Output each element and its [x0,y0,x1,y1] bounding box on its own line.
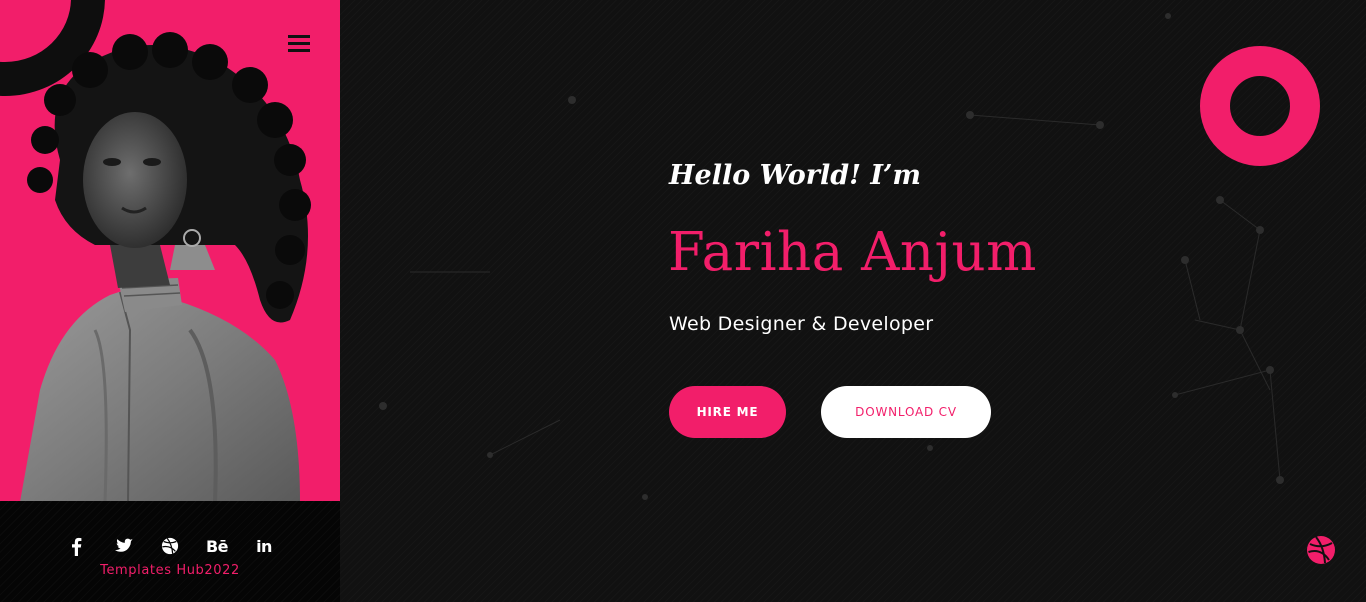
social-links: Bē in [0,534,340,558]
dribbble-icon[interactable] [1306,535,1336,565]
behance-icon[interactable]: Bē [206,536,229,556]
social-footer: Bē in Templates Hub2022 [0,501,340,602]
hero-role: Web Designer & Developer [669,313,934,335]
profile-portrait [20,32,311,502]
facebook-icon[interactable] [66,536,86,556]
hamburger-menu-icon[interactable] [288,32,312,54]
dribbble-icon[interactable] [160,536,180,556]
hero-name: Fariha Anjum [668,222,1037,283]
hero-section: Hello World! I’m Fariha Anjum Web Design… [340,0,1366,602]
decorative-ring-large [1200,46,1320,166]
hire-me-button[interactable]: HIRE ME [669,386,786,438]
footer-credit: Templates Hub2022 [100,563,240,578]
sidebar-panel: Bē in Templates Hub2022 [0,0,340,602]
download-cv-button[interactable]: DOWNLOAD CV [821,386,991,438]
hero-greeting: Hello World! I’m [669,160,921,191]
twitter-icon[interactable] [113,536,133,556]
linkedin-icon[interactable]: in [254,536,274,556]
